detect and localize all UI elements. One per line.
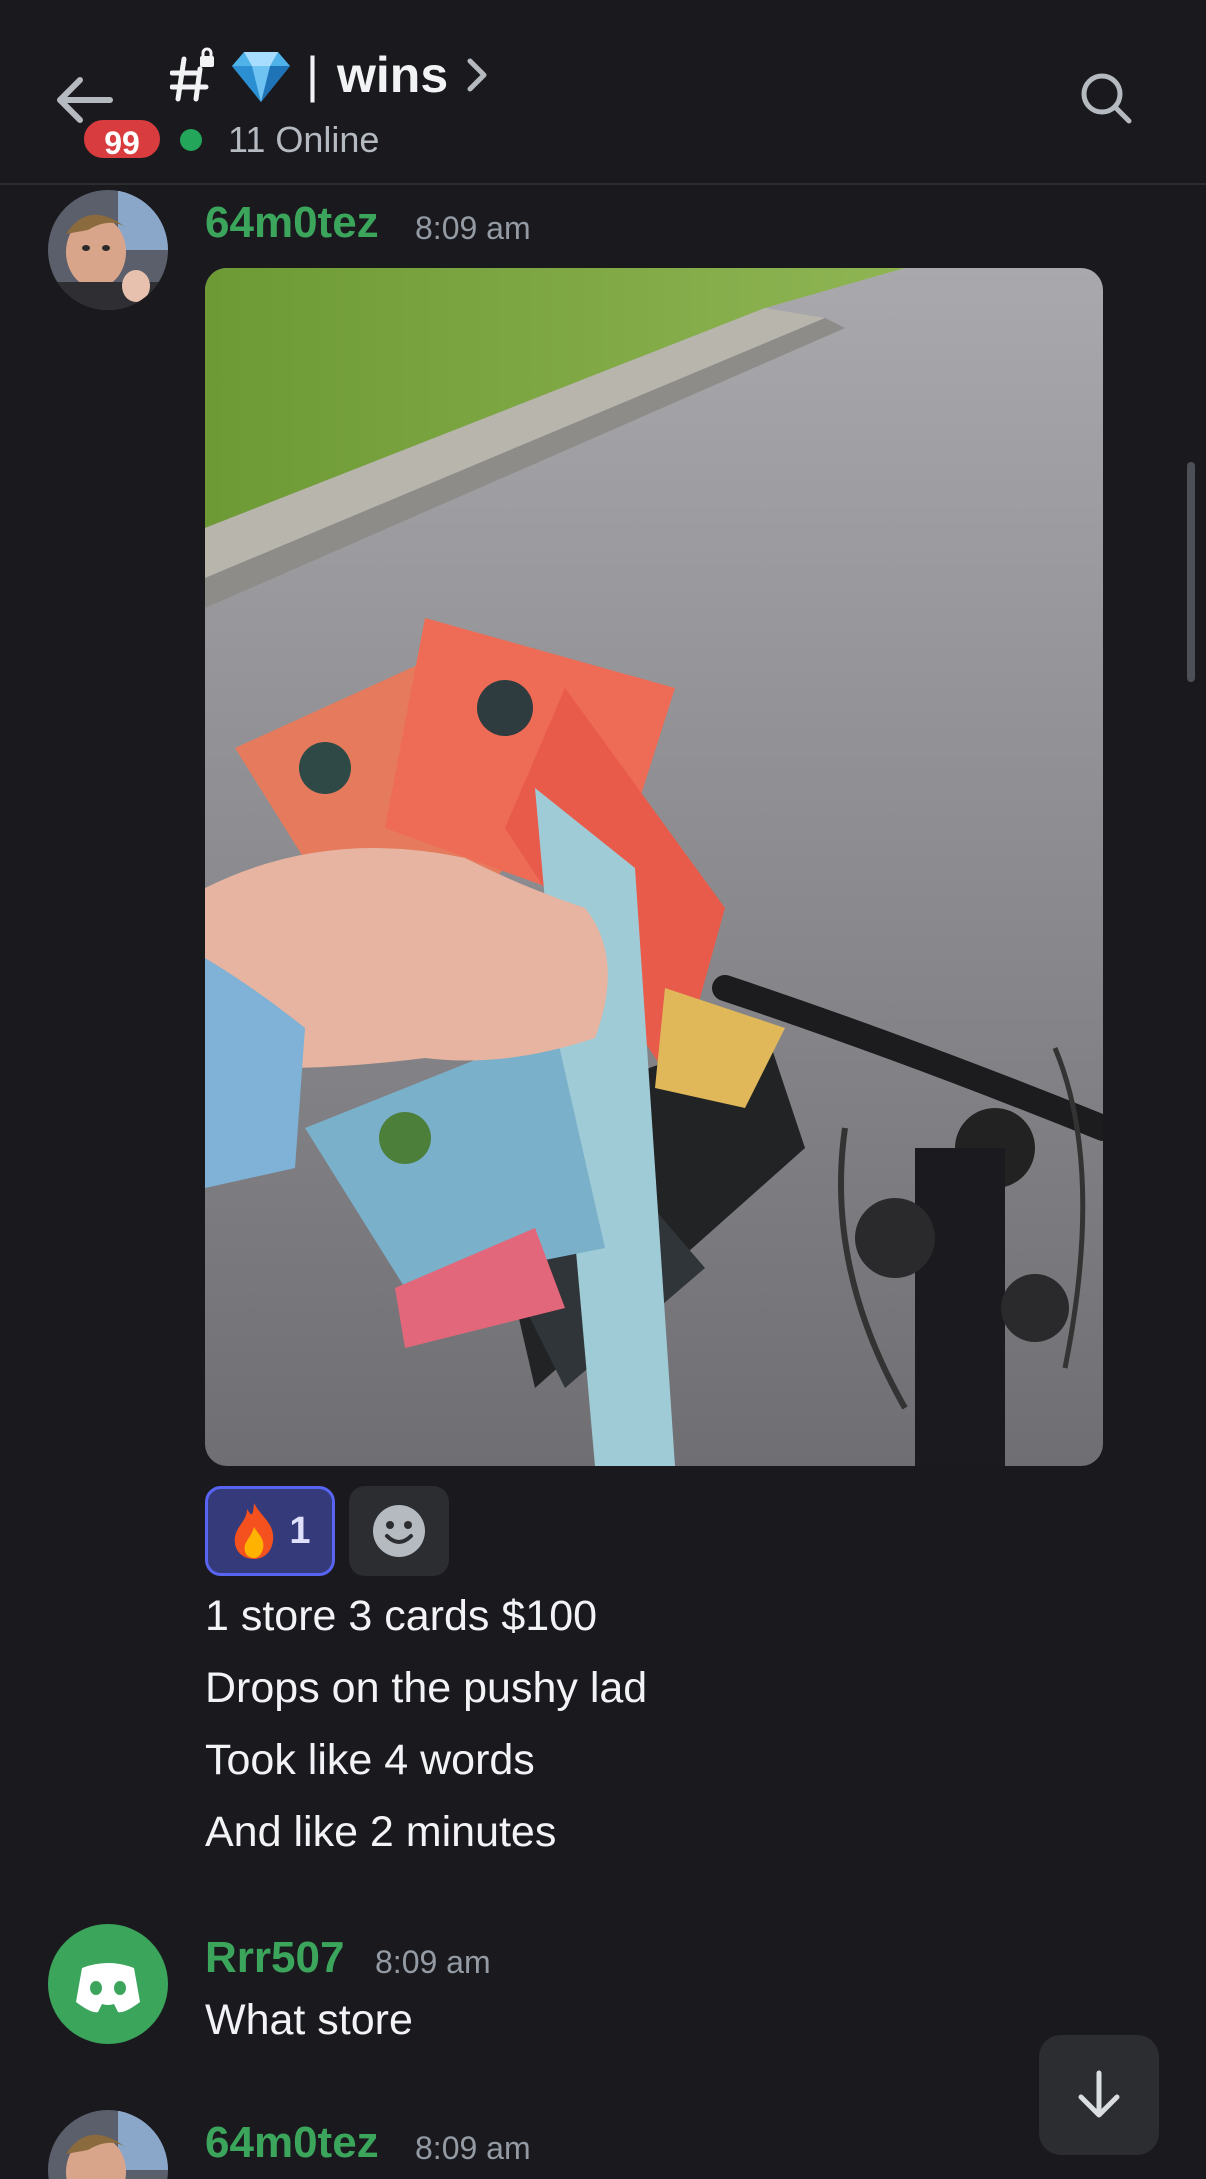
avatar[interactable] [48,190,168,310]
channel-title[interactable]: | wins [170,40,490,110]
reaction-count: 1 [289,1509,311,1552]
message-author[interactable]: 64m0tez [205,198,379,248]
online-dot-icon [180,129,202,151]
avatar[interactable] [48,1924,168,2044]
avatar[interactable] [48,2110,168,2179]
message-text: What store [205,1996,413,2044]
fire-icon [235,1503,274,1559]
reaction-fire[interactable]: 1 [205,1486,335,1576]
smiley-icon [373,1505,425,1557]
user-avatar-photo [48,190,168,310]
jump-to-bottom-button[interactable] [1039,2035,1159,2155]
message-author[interactable]: 64m0tez [205,2118,379,2168]
message-author[interactable]: Rrr507 [205,1933,344,1983]
scrollbar[interactable] [1187,462,1195,682]
message-timestamp: 8:09 am [375,1944,491,1980]
title-separator: | [306,47,319,103]
image-attachment[interactable] [205,268,1103,1466]
message-timestamp: 8:09 am [415,210,531,246]
discord-logo-icon [76,1963,140,2013]
search-button[interactable] [1078,70,1134,126]
message-text: 1 store 3 cards $100 [205,1592,598,1640]
cash-photo [205,268,1103,1466]
add-reaction-button[interactable] [349,1486,449,1576]
channel-header: 99 | wins 11 Online [0,0,1206,185]
gem-icon [232,52,290,102]
message-text: Drops on the pushy lad [205,1664,648,1712]
unread-badge: 99 [80,116,164,162]
chat-screen: 99 | wins 11 Online 64m0tez 8:09 am 1 1 … [0,0,1206,2179]
user-avatar-photo [48,2110,168,2179]
message-text: And like 2 minutes [205,1808,557,1856]
search-icon [1081,73,1132,124]
channel-name: wins [337,47,449,103]
online-status: 11 Online [180,118,379,162]
message-timestamp: 8:09 am [415,2130,531,2166]
arrow-down-icon [1078,2070,1120,2118]
online-count: 11 Online [228,119,380,160]
chevron-right-icon [467,58,487,92]
locked-hash-icon [170,47,214,102]
message-text: Took like 4 words [205,1736,535,1784]
